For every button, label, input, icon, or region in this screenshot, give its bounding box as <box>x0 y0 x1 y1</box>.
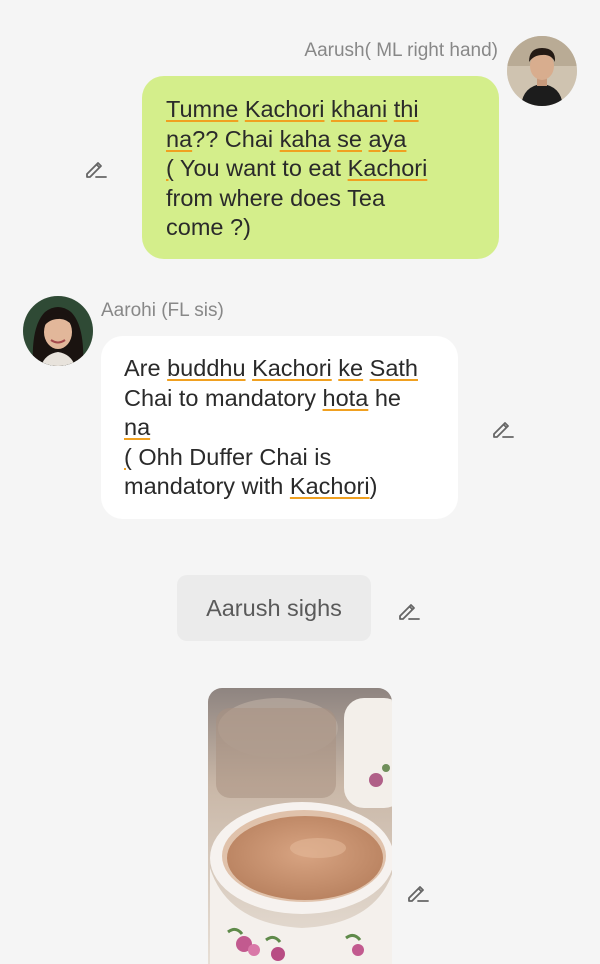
message-line-5: come ?) <box>166 214 251 240</box>
message-word: ke <box>338 355 364 381</box>
message-word: Kachori <box>252 355 332 381</box>
edit-icon[interactable] <box>84 156 108 180</box>
message-line-2: na?? Chai kaha se aya <box>166 125 485 155</box>
message-word: hota <box>322 384 369 411</box>
message-text: Ohh Duffer Chai is <box>131 443 332 470</box>
message-line-3: ( You want to eat Kachori <box>166 154 485 184</box>
avatar-aarush-image <box>507 36 577 106</box>
message-word: Kachori <box>244 96 325 122</box>
message-word: se <box>337 125 362 152</box>
chat-screen: Aarush( ML right hand) Tumne Kachori kha… <box>0 0 600 964</box>
message-word: Tumne <box>166 96 239 122</box>
sender-name-aarohi: Aarohi (FL sis) <box>101 300 224 321</box>
message-word: Kachori <box>347 155 428 181</box>
pencil-icon <box>493 422 514 438</box>
message-text: ) <box>369 473 378 499</box>
message-bubble-incoming[interactable]: Are buddhu Kachori ke Sath Chai to manda… <box>101 336 458 519</box>
message-line-1: Tumne Kachori khani thi <box>166 95 485 125</box>
message-word: na <box>124 414 151 440</box>
message-word: Kachori <box>289 473 370 499</box>
message-word: na <box>166 125 193 152</box>
message-word: khani <box>331 96 388 122</box>
chai-cup-image <box>208 688 392 964</box>
message-text: he <box>368 384 401 411</box>
edit-icon[interactable] <box>397 598 421 622</box>
message-text: Chai to mandatory <box>124 384 323 411</box>
avatar-aarohi[interactable] <box>23 296 93 366</box>
pencil-icon <box>399 604 420 620</box>
message-line-5: mandatory with Kachori) <box>124 472 444 502</box>
image-message-chai[interactable] <box>208 688 392 964</box>
message-word: aya <box>368 125 407 152</box>
avatar-aarush[interactable] <box>507 36 577 106</box>
message-text: You want to eat <box>173 155 348 181</box>
sender-name-aarush: Aarush( ML right hand) <box>304 40 498 61</box>
message-text: ?? Chai <box>192 125 280 152</box>
message-word: buddhu <box>167 355 246 381</box>
message-word: Sath <box>369 355 418 381</box>
message-bubble-outgoing[interactable]: Tumne Kachori khani thi na?? Chai kaha s… <box>142 76 499 259</box>
message-text: mandatory with <box>124 473 290 499</box>
pencil-icon <box>86 162 107 178</box>
avatar-aarohi-image <box>23 296 93 366</box>
message-line-3: na <box>124 413 444 443</box>
message-word: ( <box>166 155 174 181</box>
narration-bubble[interactable]: Aarush sighs <box>177 575 371 641</box>
pencil-icon <box>408 886 429 902</box>
edit-icon[interactable] <box>406 880 430 904</box>
message-word: kaha <box>279 125 331 152</box>
message-word: thi <box>393 96 419 122</box>
message-line-4: from where does Tea <box>166 184 386 211</box>
edit-icon[interactable] <box>491 416 515 440</box>
message-line-2: Chai to mandatory hota he <box>124 384 444 414</box>
message-word: ( <box>124 443 132 470</box>
message-line-1: Are buddhu Kachori ke Sath <box>124 354 444 384</box>
message-line-4: ( Ohh Duffer Chai is <box>124 443 444 473</box>
message-text: Are <box>124 355 168 381</box>
